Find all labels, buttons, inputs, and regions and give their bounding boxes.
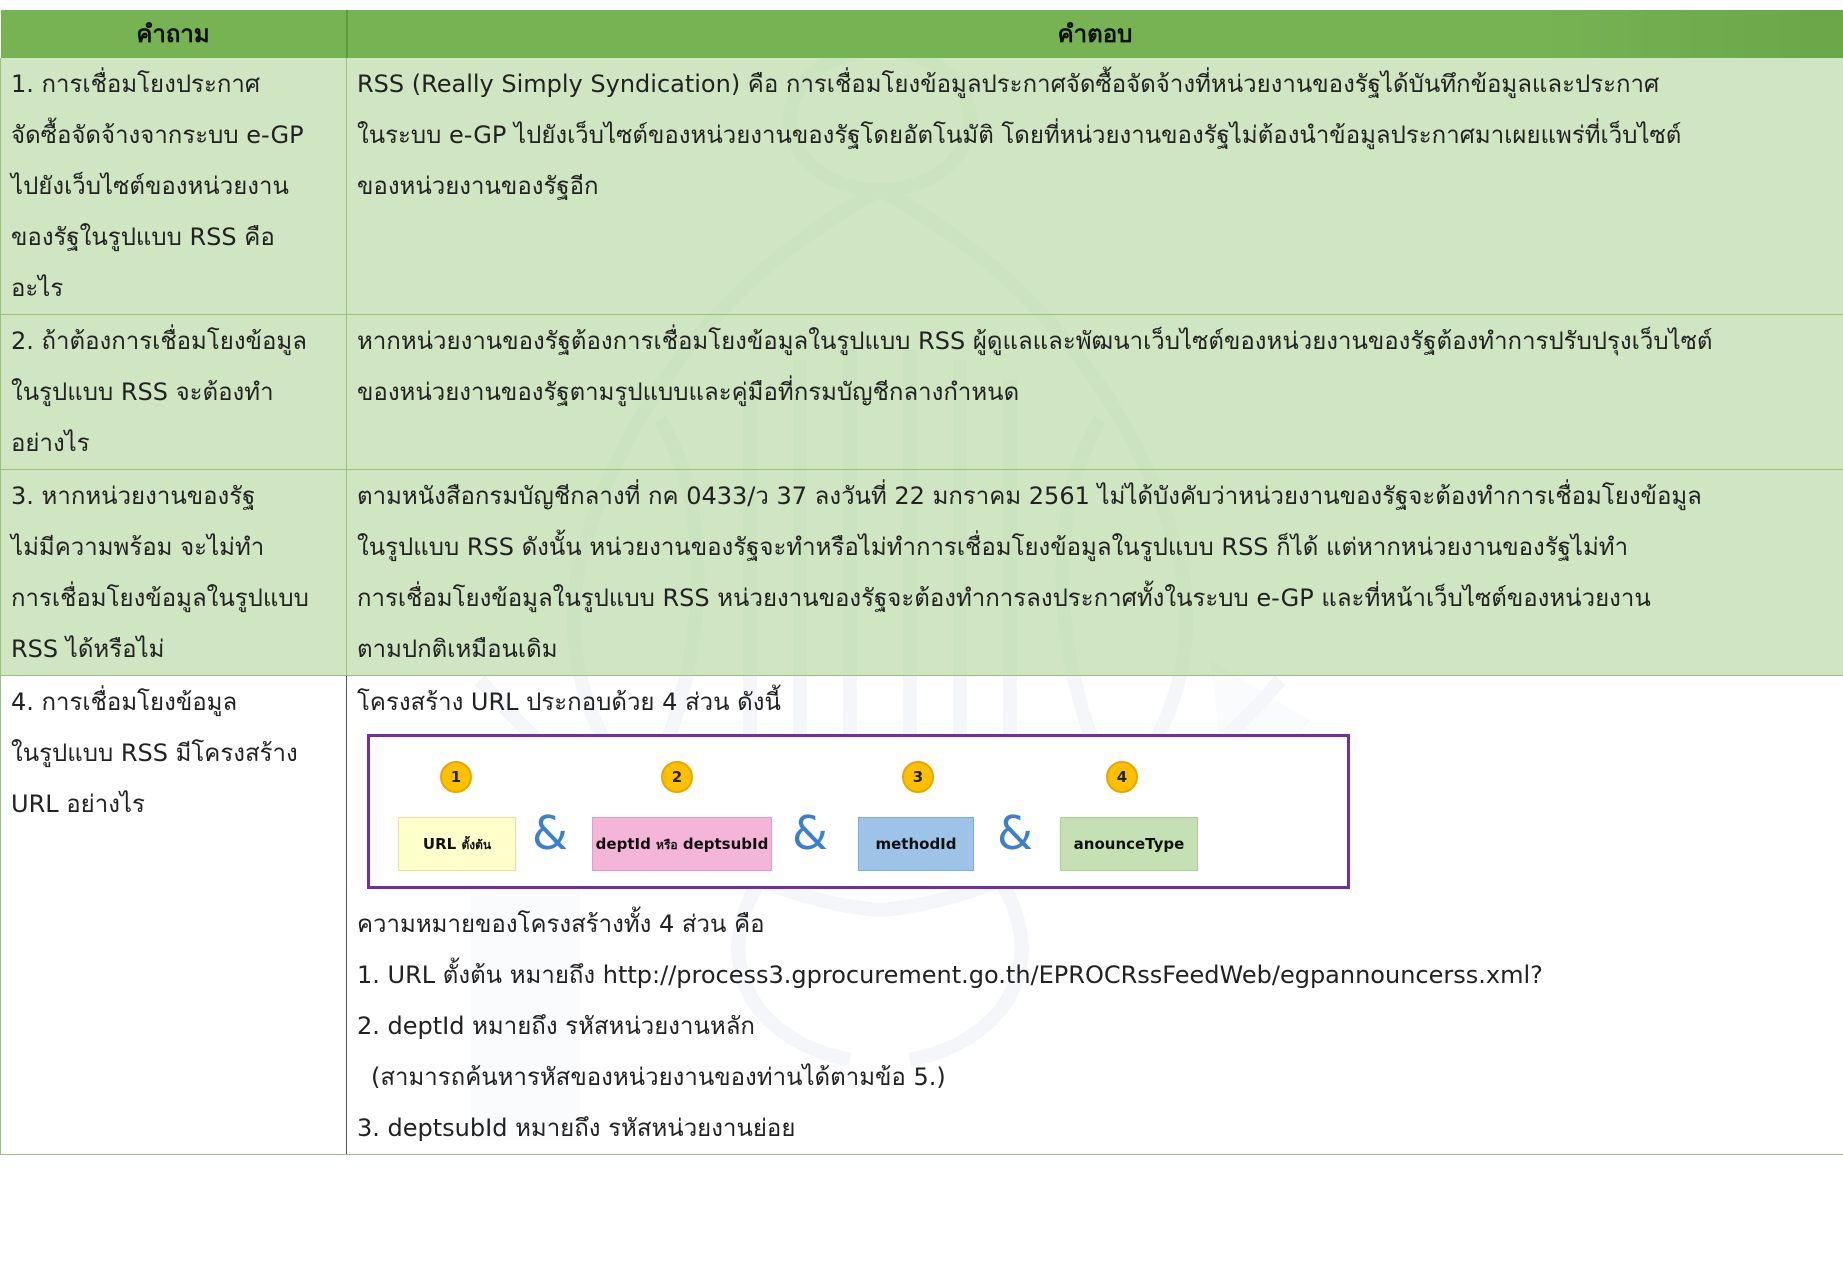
dept-or-label: หรือ (656, 838, 678, 852)
question-line: อะไร (11, 274, 64, 302)
answer-cell: RSS (Really Simply Syndication) คือ การเ… (346, 58, 1843, 315)
answer-line: RSS (Really Simply Syndication) คือ การเ… (357, 70, 1660, 98)
table-row: 1. การเชื่อมโยงประกาศ จัดซื้อจัดจ้างจากร… (0, 58, 1843, 315)
answer-line: หากหน่วยงานของรัฐต้องการเชื่อมโยงข้อมูลใ… (357, 327, 1713, 355)
question-line: 3. หากหน่วยงานของรัฐ (11, 482, 256, 510)
answer-line: ตามปกติเหมือนเดิม (357, 635, 558, 663)
ampersand-2: & (792, 806, 828, 860)
question-cell: 3. หากหน่วยงานของรัฐ ไม่มีความพร้อม จะไม… (0, 469, 347, 676)
url-base-box: URL ตั้งต้น (398, 817, 516, 871)
answer-cell: ตามหนังสือกรมบัญชีกลางที่ กค 0433/ว 37 ล… (346, 469, 1843, 676)
question-line: อย่างไร (11, 429, 90, 457)
answer-cell: หากหน่วยงานของรัฐต้องการเชื่อมโยงข้อมูลใ… (346, 314, 1843, 470)
question-line: 1. การเชื่อมโยงประกาศ (11, 70, 261, 98)
question-cell: 4. การเชื่อมโยงข้อมูล ในรูปแบบ RSS มีโคร… (0, 675, 347, 1155)
question-line: URL อย่างไร (11, 790, 145, 818)
answer-line: ความหมายของโครงสร้างทั้ง 4 ส่วน คือ (357, 910, 765, 938)
question-line: การเชื่อมโยงข้อมูลในรูปแบบ (11, 584, 309, 612)
answer-line: 3. deptsubId หมายถึง รหัสหน่วยงานย่อย (357, 1114, 796, 1142)
answer-column-header: คำตอบ (346, 10, 1843, 58)
question-column-header: คำถาม (0, 10, 348, 58)
faq-table: คำถาม คำตอบ 1. การเชื่อมโยงประกาศ จัดซื้… (0, 10, 1843, 1155)
answer-line: 1. URL ตั้งต้น หมายถึง http://process3.g… (357, 961, 1543, 989)
dept-id-box: deptId หรือ deptsubId (592, 817, 772, 871)
table-row: 4. การเชื่อมโยงข้อมูล ในรูปแบบ RSS มีโคร… (0, 675, 1843, 1155)
answer-line: ในระบบ e-GP ไปยังเว็บไซต์ของหน่วยงานของร… (357, 121, 1682, 149)
announce-type-box: anounceType (1060, 817, 1198, 871)
table-row: 2. ถ้าต้องการเชื่อมโยงข้อมูล ในรูปแบบ RS… (0, 314, 1843, 470)
step-badge-1: 1 (440, 761, 472, 793)
dept-sub-id-label: deptsubId (682, 835, 769, 853)
question-line: ในรูปแบบ RSS จะต้องทำ (11, 378, 274, 406)
dept-id-label: deptId (595, 835, 651, 853)
answer-cell: โครงสร้าง URL ประกอบด้วย 4 ส่วน ดังนี้ 1… (346, 675, 1843, 1155)
question-line: ของรัฐในรูปแบบ RSS คือ (11, 223, 275, 251)
question-line: ไม่มีความพร้อม จะไม่ทำ (11, 533, 265, 561)
url-base-sublabel: ตั้งต้น (461, 838, 492, 852)
answer-line: ตามหนังสือกรมบัญชีกลางที่ กค 0433/ว 37 ล… (357, 482, 1702, 510)
question-cell: 1. การเชื่อมโยงประกาศ จัดซื้อจัดจ้างจากร… (0, 58, 347, 315)
url-structure-diagram: 1 2 3 4 URL ตั้งต้น & deptId หรือ deptsu… (367, 734, 1350, 889)
question-line: 4. การเชื่อมโยงข้อมูล (11, 688, 238, 716)
answer-line: โครงสร้าง URL ประกอบด้วย 4 ส่วน ดังนี้ (357, 688, 781, 716)
table-header-row: คำถาม คำตอบ (0, 10, 1843, 58)
answer-line: การเชื่อมโยงข้อมูลในรูปแบบ RSS หน่วยงานข… (357, 584, 1651, 612)
step-badge-4: 4 (1106, 761, 1138, 793)
question-line: จัดซื้อจัดจ้างจากระบบ e-GP (11, 121, 304, 149)
answer-line: 2. deptId หมายถึง รหัสหน่วยงานหลัก (357, 1012, 755, 1040)
question-line: 2. ถ้าต้องการเชื่อมโยงข้อมูล (11, 327, 307, 355)
table-row: 3. หากหน่วยงานของรัฐ ไม่มีความพร้อม จะไม… (0, 469, 1843, 676)
answer-line: (สามารถค้นหารหัสของหน่วยงานของท่านได้ตาม… (371, 1063, 946, 1091)
question-line: ในรูปแบบ RSS มีโครงสร้าง (11, 739, 298, 767)
ampersand-1: & (532, 806, 568, 860)
question-line: RSS ได้หรือไม่ (11, 635, 165, 663)
method-id-box: methodId (858, 817, 974, 871)
step-badge-3: 3 (902, 761, 934, 793)
question-line: ไปยังเว็บไซต์ของหน่วยงาน (11, 172, 289, 200)
answer-line: ของหน่วยงานของรัฐอีก (357, 172, 599, 200)
answer-line: ในรูปแบบ RSS ดังนั้น หน่วยงานของรัฐจะทำห… (357, 533, 1629, 561)
step-badge-2: 2 (661, 761, 693, 793)
question-cell: 2. ถ้าต้องการเชื่อมโยงข้อมูล ในรูปแบบ RS… (0, 314, 347, 470)
answer-line: ของหน่วยงานของรัฐตามรูปแบบและคู่มือที่กร… (357, 378, 1020, 406)
url-base-label: URL (422, 835, 457, 853)
ampersand-3: & (997, 806, 1033, 860)
